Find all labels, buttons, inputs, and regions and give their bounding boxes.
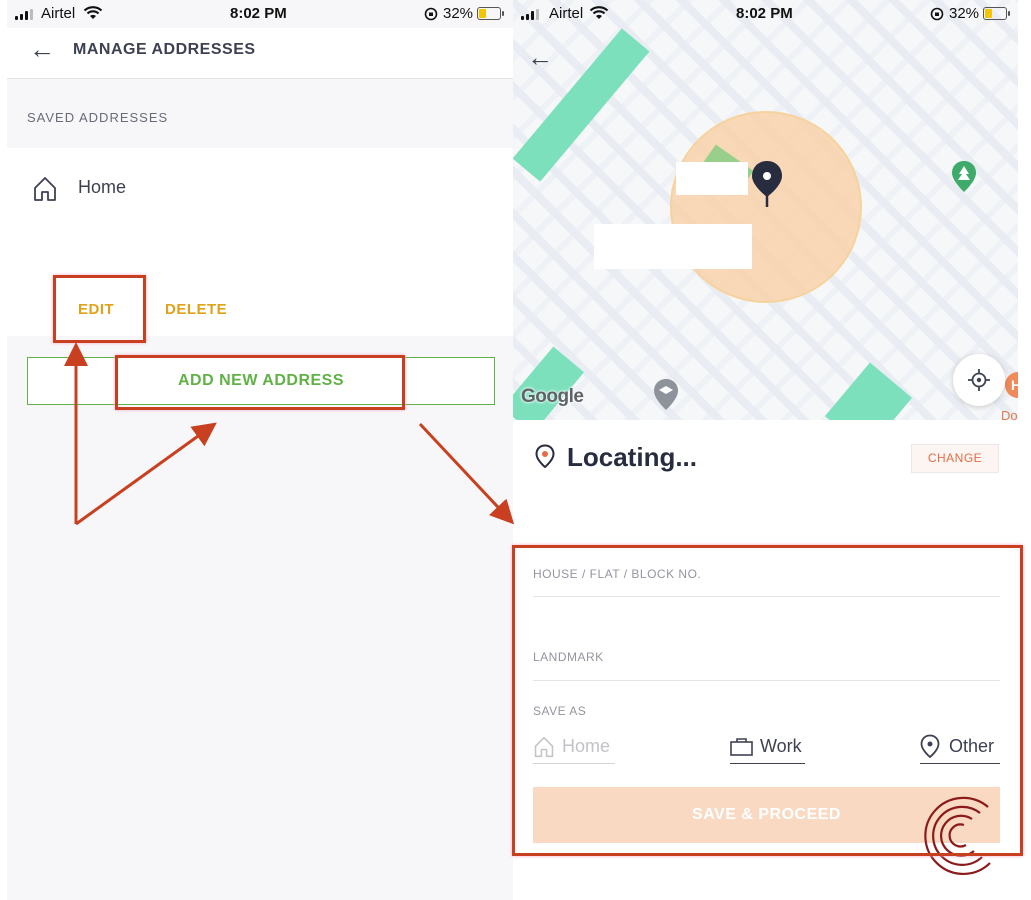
restaurant-poi-icon: H: [1005, 372, 1018, 398]
signal-icon: [15, 9, 35, 20]
back-arrow-icon[interactable]: ←: [29, 36, 55, 62]
battery-icon: [983, 7, 1010, 20]
battery-percent: 32%: [443, 5, 474, 22]
park-poi-icon: [952, 161, 976, 192]
manage-addresses-screen: Airtel 8:02 PM 32% ← MANAGE ADDRESSES SA…: [7, 0, 513, 900]
section-title: SAVED ADDRESSES: [27, 110, 169, 125]
crosshair-icon: [968, 369, 990, 391]
delete-button[interactable]: DELETE: [165, 301, 227, 318]
clock: 8:02 PM: [230, 5, 287, 22]
signal-icon: [521, 9, 541, 20]
edit-highlight-box: [53, 275, 146, 343]
battery-percent: 32%: [949, 5, 980, 22]
battery-icon: [477, 7, 504, 20]
carrier-label: Airtel: [549, 5, 584, 22]
change-button[interactable]: CHANGE: [911, 444, 999, 473]
map-park: [513, 346, 585, 420]
map-view[interactable]: H Do Google ←: [513, 0, 1018, 420]
location-pin-icon: [752, 161, 782, 207]
rotation-lock-icon: [930, 7, 944, 21]
add-address-highlight-box: [115, 355, 405, 410]
location-title: Locating...: [567, 442, 697, 472]
map-label-block: [594, 224, 752, 269]
wifi-icon: [589, 6, 609, 19]
page-title: MANAGE ADDRESSES: [73, 41, 256, 58]
google-logo: Google: [521, 386, 584, 407]
address-label: Home: [78, 177, 127, 197]
map-park: [824, 362, 913, 420]
home-icon: [34, 177, 56, 201]
clock: 8:02 PM: [736, 5, 793, 22]
poi-label: Do: [1001, 408, 1018, 420]
rotation-lock-icon: [424, 7, 438, 21]
wifi-icon: [83, 6, 103, 19]
carrier-label: Airtel: [41, 5, 76, 22]
header: ← MANAGE ADDRESSES: [7, 28, 513, 79]
back-arrow-icon[interactable]: ←: [527, 44, 553, 70]
status-bar: Airtel 8:02 PM 32%: [7, 0, 513, 28]
locate-me-button[interactable]: [953, 354, 1005, 406]
location-marker-icon: [535, 444, 555, 469]
map-label-block: [676, 162, 748, 195]
school-poi-icon: [654, 379, 678, 410]
status-bar: Airtel 8:02 PM 32%: [513, 0, 1031, 28]
form-highlight-box: [512, 545, 1023, 856]
